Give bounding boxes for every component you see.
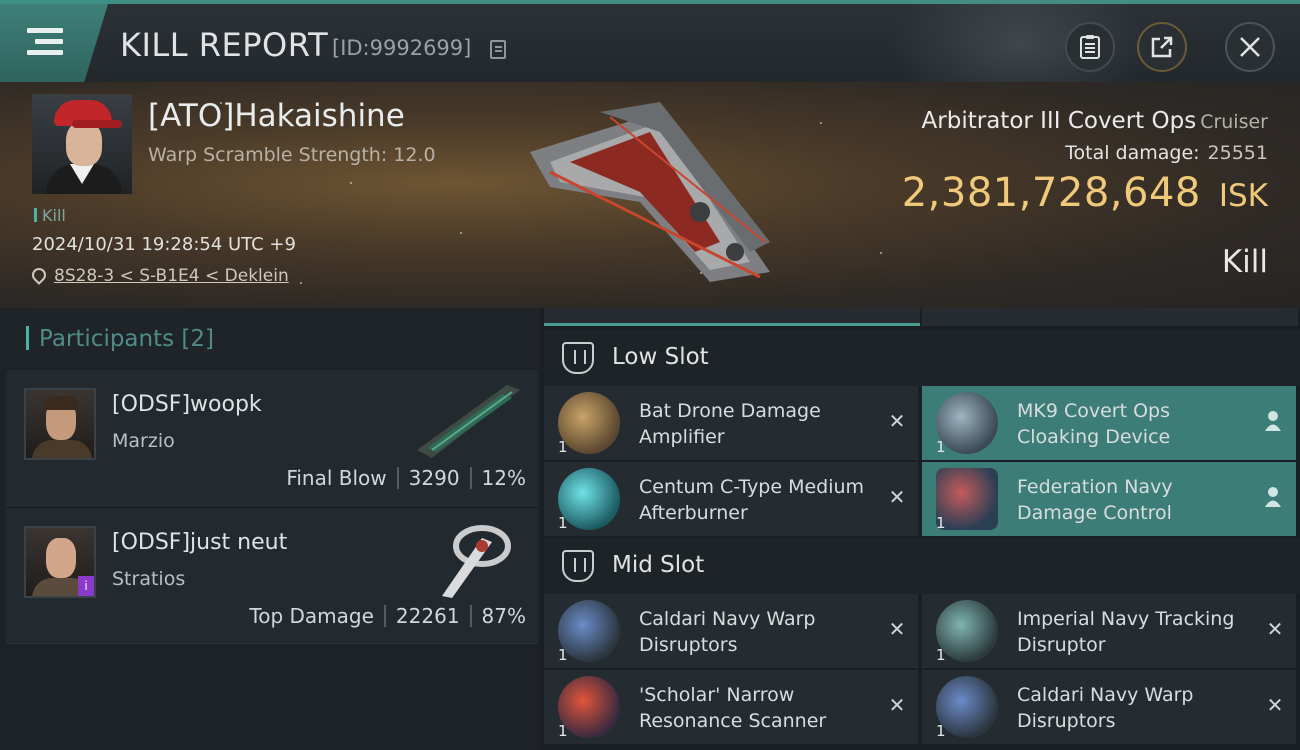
module-name: MK9 Covert Ops Cloaking Device — [1017, 400, 1171, 448]
clipboard-button[interactable] — [1065, 22, 1115, 72]
fitting-panel: Low Slot 1 Bat Drone Damage Amplifier ✕ … — [544, 308, 1300, 750]
participant-row[interactable]: [ODSF]woopk Marzio Final Blow 3290 12% — [6, 370, 538, 506]
module-quantity: 1 — [936, 438, 946, 456]
victim-ship-name[interactable]: Arbitrator III Covert Ops Cruiser — [922, 108, 1268, 134]
warp-scramble-strength: Warp Scramble Strength: 12.0 — [148, 144, 436, 166]
close-icon — [1240, 37, 1260, 57]
participant-avatar[interactable]: i — [24, 526, 96, 598]
module-name: Imperial Navy Tracking Disruptor — [1017, 608, 1235, 656]
header-bar: KILL REPORT [ID:9992699] — [0, 0, 1300, 124]
report-id: [ID:9992699] — [332, 36, 472, 60]
low-slot-header: Low Slot — [544, 330, 1300, 386]
module-name: Federation Navy Damage Control — [1017, 476, 1173, 524]
destroyed-x-icon: ✕ — [888, 693, 906, 717]
shield-icon — [562, 342, 594, 374]
destroyed-x-icon: ✕ — [888, 485, 906, 509]
mid-slot-label: Mid Slot — [612, 552, 705, 578]
participant-name: [ODSF]just neut — [112, 530, 288, 555]
module-card[interactable]: 1 Caldari Navy Warp Disruptors ✕ — [544, 594, 918, 668]
module-name: 'Scholar' Narrow Resonance Scanner — [639, 684, 827, 732]
isk-value-row: 2,381,728,648 ISK — [902, 170, 1268, 216]
hamburger-icon — [27, 28, 63, 56]
dropped-user-icon — [1265, 487, 1281, 507]
module-card[interactable]: 1 Bat Drone Damage Amplifier ✕ — [544, 386, 918, 460]
mid-slot-header: Mid Slot — [544, 538, 1300, 594]
module-card[interactable]: 1 MK9 Covert Ops Cloaking Device — [922, 386, 1296, 460]
dropped-user-icon — [1265, 411, 1281, 431]
module-name: Centum C-Type Medium Afterburner — [639, 476, 865, 524]
module-card-partial[interactable] — [544, 308, 920, 326]
module-quantity: 1 — [558, 438, 568, 456]
module-card-partial[interactable] — [922, 308, 1298, 326]
result-label: Kill — [1221, 244, 1268, 280]
copy-icon[interactable] — [490, 40, 506, 59]
participant-stats: Top Damage 22261 87% — [249, 604, 526, 628]
participant-ship: Marzio — [112, 430, 175, 452]
participants-panel: Participants [2] [ODSF]woopk Marzio Fina… — [0, 308, 540, 750]
destroyed-x-icon: ✕ — [888, 409, 906, 433]
module-card[interactable]: 1 Imperial Navy Tracking Disruptor ✕ — [922, 594, 1296, 668]
victim-banner: [ATO]Hakaishine Warp Scramble Strength: … — [0, 82, 1300, 308]
module-card[interactable]: 1 Federation Navy Damage Control — [922, 462, 1296, 536]
share-button[interactable] — [1137, 22, 1187, 72]
participant-row[interactable]: i [ODSF]just neut Stratios Top Damage 222… — [6, 508, 538, 644]
location-pin-icon — [29, 265, 49, 285]
participant-ship: Stratios — [112, 568, 186, 590]
participant-name: [ODSF]woopk — [112, 392, 262, 417]
kill-datetime: 2024/10/31 19:28:54 UTC +9 — [32, 234, 296, 255]
module-quantity: 1 — [936, 514, 946, 532]
isk-value: 2,381,728,648 — [901, 170, 1201, 216]
shield-icon — [562, 550, 594, 582]
ship-class: Cruiser — [1200, 111, 1268, 133]
module-card[interactable]: 1 Centum C-Type Medium Afterburner ✕ — [544, 462, 918, 536]
module-name: Bat Drone Damage Amplifier — [639, 400, 821, 448]
location-link[interactable]: 8S28-3 < S-B1E4 < Deklein — [54, 266, 289, 286]
participant-avatar[interactable] — [24, 388, 96, 460]
info-badge-icon: i — [78, 576, 94, 596]
participant-stats: Final Blow 3290 12% — [286, 466, 526, 490]
victim-name[interactable]: [ATO]Hakaishine — [148, 98, 405, 134]
destroyed-x-icon: ✕ — [1266, 693, 1284, 717]
menu-button[interactable] — [0, 4, 108, 82]
module-card[interactable]: 1 'Scholar' Narrow Resonance Scanner ✕ — [544, 670, 918, 744]
low-slot-label: Low Slot — [612, 344, 709, 370]
clipboard-icon — [1080, 35, 1100, 59]
kill-tag: Kill — [34, 206, 66, 225]
page-title: KILL REPORT — [120, 26, 329, 64]
isk-unit: ISK — [1218, 178, 1268, 214]
share-icon — [1151, 36, 1173, 58]
kill-location[interactable]: 8S28-3 < S-B1E4 < Deklein — [29, 265, 289, 286]
victim-avatar[interactable] — [32, 94, 132, 194]
destroyed-x-icon: ✕ — [1266, 617, 1284, 641]
module-quantity: 1 — [558, 722, 568, 740]
module-quantity: 1 — [558, 514, 568, 532]
module-quantity: 1 — [558, 646, 568, 664]
ship-render-image — [530, 102, 770, 282]
module-name: Caldari Navy Warp Disruptors — [639, 608, 816, 656]
participants-header: Participants [2] — [0, 308, 540, 368]
module-quantity: 1 — [936, 646, 946, 664]
destroyed-x-icon: ✕ — [888, 617, 906, 641]
total-damage: Total damage: 25551 — [1065, 142, 1268, 164]
module-name: Caldari Navy Warp Disruptors — [1017, 684, 1194, 732]
participants-title: Participants [2] — [26, 326, 214, 352]
participant-ship-image — [417, 385, 520, 458]
module-card[interactable]: 1 Caldari Navy Warp Disruptors ✕ — [922, 670, 1296, 744]
module-quantity: 1 — [936, 722, 946, 740]
participant-ship-image — [442, 525, 511, 598]
close-button[interactable] — [1225, 22, 1275, 72]
